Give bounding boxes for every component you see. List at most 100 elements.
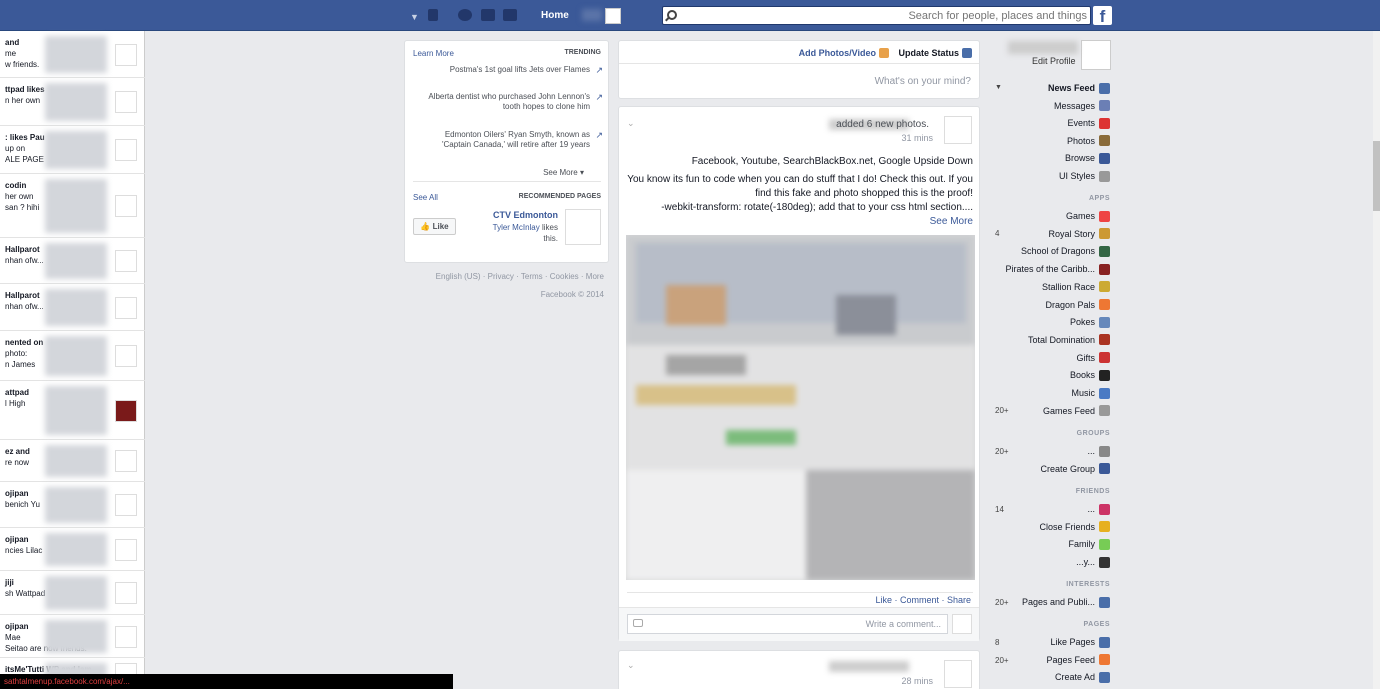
ticker-thumbnail[interactable] [115, 296, 137, 319]
scrollbar[interactable] [1373, 31, 1380, 689]
nav-item-browse[interactable]: Browse [1065, 150, 1110, 166]
section-header[interactable]: PAGES [1084, 621, 1111, 628]
page-avatar[interactable] [565, 209, 601, 245]
see-more-link[interactable]: See More ▾ [543, 168, 584, 177]
comment-link[interactable]: Comment [900, 595, 939, 605]
nav-item-total-domination[interactable]: Total Domination [1028, 332, 1110, 348]
learn-more-link[interactable]: Learn More [413, 49, 454, 58]
nav-item-games[interactable]: Games [1066, 208, 1110, 224]
ticker-thumbnail[interactable] [115, 250, 137, 272]
friend-requests-icon[interactable] [503, 9, 517, 21]
nav-item-messages[interactable]: Messages [1054, 98, 1110, 114]
messages-icon[interactable] [481, 9, 495, 21]
search-icon[interactable] [667, 10, 677, 20]
ticker-item[interactable]: ez and re now [0, 440, 145, 482]
nav-item-pages-and-publi[interactable]: Pages and Publi... [1022, 594, 1110, 610]
ticker-item[interactable]: Hallparot nhan ofw... [0, 238, 145, 284]
nav-item-[interactable]: ... [1087, 501, 1110, 517]
nav-item-school-of-dragons[interactable]: School of Dragons [1021, 243, 1110, 259]
settings-dropdown-icon[interactable]: ▼ [410, 12, 419, 22]
nav-item-ui-styles[interactable]: UI Styles [1059, 168, 1110, 184]
ticker-item[interactable]: codin her own san ? hihi [0, 174, 145, 238]
ticker-thumbnail[interactable] [115, 625, 137, 648]
nav-item-photos[interactable]: Photos [1067, 133, 1110, 149]
like-page-button[interactable]: 👍 Like [413, 218, 456, 235]
profile-picture[interactable] [1081, 40, 1111, 70]
nav-item-news-feed[interactable]: News Feed [1048, 80, 1110, 96]
nav-item-[interactable]: ... [1087, 443, 1110, 459]
nav-item-royal-story[interactable]: Royal Story [1048, 226, 1110, 242]
ticker-thumbnail[interactable] [115, 139, 137, 161]
see-all-link[interactable]: See All [413, 193, 438, 202]
ticker-item[interactable]: jiji sh Wattpad [0, 571, 145, 615]
ticker-thumbnail[interactable] [115, 43, 137, 66]
camera-icon[interactable] [633, 619, 643, 627]
ticker-thumbnail[interactable] [115, 494, 137, 516]
post-time[interactable]: 28 mins [901, 676, 933, 686]
trending-item[interactable]: Postma's 1st goal lifts Jets over Flames… [420, 65, 603, 75]
section-header[interactable]: INTERESTS [1066, 581, 1110, 588]
section-header[interactable]: GROUPS [1077, 430, 1110, 437]
search-input[interactable] [685, 8, 1087, 23]
ticker-item[interactable]: ojipan benich Yu [0, 482, 145, 528]
nav-item-stallion-race[interactable]: Stallion Race [1042, 279, 1110, 295]
ticker-thumbnail[interactable] [115, 399, 137, 422]
nav-item-games-feed[interactable]: Games Feed [1043, 403, 1110, 419]
nav-item-create-group[interactable]: Create Group [1040, 461, 1110, 477]
nav-item-gifts[interactable]: Gifts [1076, 350, 1110, 366]
like-link[interactable]: Like [875, 595, 892, 605]
post-author-avatar[interactable] [944, 116, 972, 144]
nav-item-dragon-pals[interactable]: Dragon Pals [1045, 297, 1110, 313]
section-header[interactable]: FRIENDS [1076, 488, 1110, 495]
ticker-item[interactable]: ojipan ncies Lilac [0, 528, 145, 571]
notifications-icon[interactable] [458, 9, 472, 21]
ticker-item[interactable]: ttpad likes n her own [0, 78, 145, 126]
ticker-item[interactable]: ojipanMaeSeitao are now friends. [0, 615, 145, 658]
edit-profile-link[interactable]: Edit Profile [1032, 56, 1076, 66]
ticker-thumbnail[interactable] [115, 195, 137, 217]
ticker-item[interactable]: : likes Pau up on ALE PAGE [0, 126, 145, 174]
nav-item-books[interactable]: Books [1070, 367, 1110, 383]
nav-item-close-friends[interactable]: Close Friends [1039, 519, 1110, 535]
scrollbar-thumb[interactable] [1373, 141, 1380, 211]
post-menu-chevron-icon[interactable]: ⌄ [627, 660, 635, 671]
footer-links[interactable]: English (US) · Privacy · Terms · Cookies… [404, 271, 604, 283]
profile-name-link[interactable] [582, 9, 602, 21]
ticker-thumbnail[interactable] [115, 450, 137, 472]
nav-item-create-ad[interactable]: Create Ad [1055, 669, 1110, 685]
ticker-thumbnail[interactable] [115, 91, 137, 113]
ticker-item[interactable]: and me w friends. [0, 31, 145, 78]
nav-item-y[interactable]: ...y... [1076, 554, 1110, 570]
nav-item-pokes[interactable]: Pokes [1070, 314, 1110, 330]
nav-item-events[interactable]: Events [1067, 115, 1110, 131]
facebook-logo-icon[interactable]: f [1093, 6, 1112, 26]
news-feed-chevron-icon[interactable]: ▼ [995, 84, 1002, 91]
post-author-avatar[interactable] [944, 660, 972, 688]
update-status-tab[interactable]: Update Status [898, 48, 972, 58]
post-menu-chevron-icon[interactable]: ⌄ [627, 118, 635, 129]
ticker-thumbnail[interactable] [115, 582, 137, 604]
nav-item-like-pages[interactable]: Like Pages [1050, 634, 1110, 650]
page-name[interactable]: CTV Edmonton [493, 210, 558, 220]
post-photo[interactable] [626, 235, 975, 580]
privacy-shortcuts-icon[interactable] [428, 9, 438, 21]
profile-thumb-icon[interactable] [605, 8, 621, 24]
nav-item-family[interactable]: Family [1069, 536, 1110, 552]
nav-item-pages-feed[interactable]: Pages Feed [1046, 652, 1110, 668]
trending-item[interactable]: Alberta dentist who purchased John Lenno… [420, 92, 603, 112]
ticker-thumbnail[interactable] [115, 538, 137, 561]
profile-name[interactable] [1008, 41, 1078, 54]
comment-input[interactable]: Write a comment... [627, 614, 948, 634]
home-link[interactable]: Home [541, 10, 569, 21]
ticker-item[interactable]: Hallparot nhan ofw... [0, 284, 145, 331]
nav-item-music[interactable]: Music [1071, 385, 1110, 401]
share-link[interactable]: Share [947, 595, 971, 605]
ticker-item[interactable]: attpad l High [0, 381, 145, 440]
nav-item-pirates-of-the-caribb[interactable]: Pirates of the Caribb... [1005, 261, 1110, 277]
trending-item[interactable]: Edmonton Oilers' Ryan Smyth, known as 'C… [420, 130, 603, 150]
add-photos-tab[interactable]: Add Photos/Video [799, 48, 889, 58]
see-more-link[interactable]: See More [627, 215, 973, 229]
ticker-thumbnail[interactable] [115, 345, 137, 367]
ticker-item[interactable]: nented on photo: n James [0, 331, 145, 381]
search-box[interactable] [662, 6, 1091, 25]
